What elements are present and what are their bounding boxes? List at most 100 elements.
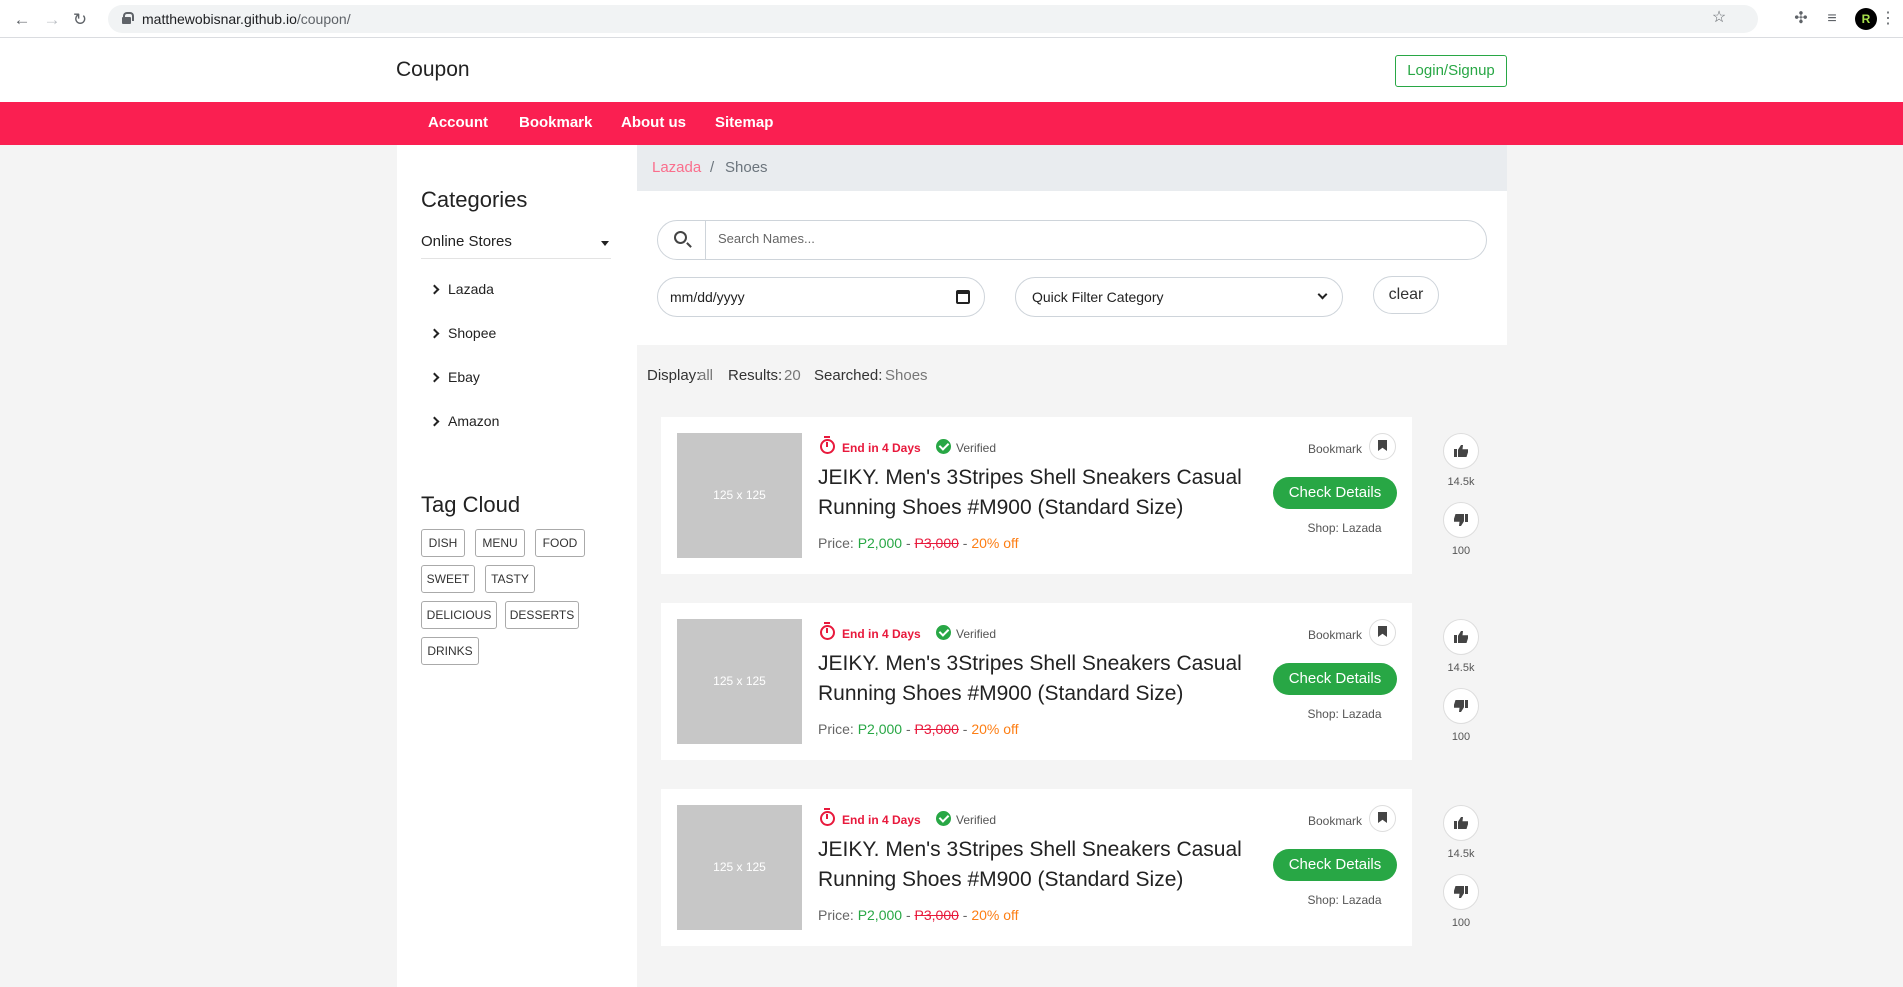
profile-avatar[interactable]: R (1855, 8, 1877, 30)
chevron-right-icon (429, 328, 440, 339)
searched-value: Shoes (885, 367, 928, 384)
product-thumbnail[interactable]: 125 x 125 (677, 805, 802, 930)
dislike-button[interactable] (1443, 502, 1479, 538)
check-details-button[interactable]: Check Details (1273, 663, 1397, 695)
tag-sweet[interactable]: SWEET (421, 565, 475, 593)
price-old: P3,000 (914, 721, 959, 737)
breadcrumb-current: Shoes (725, 159, 768, 176)
bookmark-icon[interactable] (1369, 805, 1396, 832)
search-bar (657, 220, 1487, 260)
login-signup-button[interactable]: Login/Signup (1395, 55, 1507, 87)
dislike-button[interactable] (1443, 874, 1479, 910)
address-bar[interactable]: matthewobisnar.github.io/coupon/ ☆ (108, 5, 1758, 33)
category-select[interactable]: Quick Filter Category (1015, 277, 1343, 317)
chevron-right-icon (429, 372, 440, 383)
store-item-lazada[interactable]: Lazada (429, 281, 494, 297)
display-label: Display: (647, 367, 701, 384)
lock-icon (122, 12, 134, 24)
tag-dish[interactable]: DISH (421, 529, 465, 557)
dislike-count: 100 (1451, 731, 1471, 743)
expiry-text: End in 4 Days (842, 627, 921, 641)
online-stores-label: Online Stores (421, 233, 512, 250)
like-button[interactable] (1443, 619, 1479, 655)
price-label: Price: (818, 535, 854, 551)
results-summary: Display: all Results: 20 Searched: Shoes (637, 345, 1507, 399)
menu-dots-icon[interactable]: ⋮ (1878, 9, 1898, 29)
thumbs-up-icon (1454, 817, 1468, 829)
tag-delicious[interactable]: DELICIOUS (421, 601, 497, 629)
discount-text: 20% off (971, 907, 1019, 923)
forward-icon[interactable]: → (42, 10, 62, 30)
expiry-text: End in 4 Days (842, 813, 921, 827)
bookmark-icon[interactable] (1369, 619, 1396, 646)
search-input[interactable] (718, 231, 1458, 246)
shop-label: Shop: Lazada (1307, 893, 1382, 907)
shop-label: Shop: Lazada (1307, 521, 1382, 535)
like-button[interactable] (1443, 433, 1479, 469)
tag-tasty[interactable]: TASTY (485, 565, 535, 593)
brand-title[interactable]: Coupon (396, 58, 470, 82)
searched-label: Searched: (814, 367, 883, 384)
star-icon[interactable]: ☆ (1709, 8, 1729, 28)
reload-icon[interactable]: ↻ (70, 10, 90, 30)
site-header: Coupon Login/Signup (0, 38, 1903, 102)
nav-about-us[interactable]: About us (621, 114, 686, 131)
tag-food[interactable]: FOOD (535, 529, 585, 557)
extensions-icon[interactable]: ✣ (1791, 9, 1811, 29)
calendar-icon[interactable] (956, 290, 970, 304)
product-thumbnail[interactable]: 125 x 125 (677, 619, 802, 744)
browser-toolbar: ← → ↻ matthewobisnar.github.io/coupon/ ☆… (0, 0, 1903, 38)
product-thumbnail[interactable]: 125 x 125 (677, 433, 802, 558)
verified-text: Verified (956, 627, 997, 641)
price-line: Price: P2,000 - P3,000 - 20% off (818, 721, 1019, 737)
product-title[interactable]: JEIKY. Men's 3Stripes Shell Sneakers Cas… (818, 649, 1258, 709)
bookmark-icon[interactable] (1369, 433, 1396, 460)
search-button[interactable] (658, 221, 706, 259)
price-line: Price: P2,000 - P3,000 - 20% off (818, 907, 1019, 923)
tag-cloud-title: Tag Cloud (421, 492, 521, 517)
price-new: P2,000 (857, 907, 903, 923)
like-button[interactable] (1443, 805, 1479, 841)
date-input-value: mm/dd/yyyy (670, 289, 745, 305)
nav-account[interactable]: Account (428, 114, 488, 131)
verified-check-icon (936, 625, 951, 640)
caret-down-icon (601, 241, 609, 246)
bookmark-label: Bookmark (1308, 814, 1363, 828)
clear-button[interactable]: clear (1373, 276, 1439, 314)
online-stores-toggle[interactable]: Online Stores (421, 233, 611, 259)
check-details-button[interactable]: Check Details (1273, 477, 1397, 509)
verified-text: Verified (956, 441, 997, 455)
nav-bookmark[interactable]: Bookmark (519, 114, 592, 131)
display-value: all (698, 367, 714, 384)
nav-sitemap[interactable]: Sitemap (715, 114, 773, 131)
thumbs-up-icon (1454, 631, 1468, 643)
back-icon[interactable]: ← (12, 10, 32, 30)
timer-icon (820, 808, 835, 826)
dislike-button[interactable] (1443, 688, 1479, 724)
product-title[interactable]: JEIKY. Men's 3Stripes Shell Sneakers Cas… (818, 463, 1258, 523)
like-count: 14.5k (1447, 476, 1475, 488)
price-old: P3,000 (914, 535, 959, 551)
check-details-button[interactable]: Check Details (1273, 849, 1397, 881)
store-item-shopee[interactable]: Shopee (429, 325, 496, 341)
product-title[interactable]: JEIKY. Men's 3Stripes Shell Sneakers Cas… (818, 835, 1258, 895)
breadcrumb-link[interactable]: Lazada (652, 159, 701, 176)
results-value: 20 (784, 367, 801, 384)
reading-list-icon[interactable]: ≡ (1822, 9, 1842, 29)
tag-drinks[interactable]: DRINKS (421, 637, 479, 665)
bookmark-label: Bookmark (1308, 628, 1363, 642)
price-label: Price: (818, 721, 854, 737)
tag-menu[interactable]: MENU (475, 529, 525, 557)
categories-title: Categories (421, 187, 528, 212)
coupon-card: 125 x 125 End in 4 Days Verified JEIKY. … (661, 789, 1412, 946)
tag-desserts[interactable]: DESSERTS (505, 601, 579, 629)
store-item-ebay[interactable]: Ebay (429, 369, 480, 385)
thumbs-down-icon (1454, 886, 1468, 898)
store-item-amazon[interactable]: Amazon (429, 413, 499, 429)
date-input[interactable]: mm/dd/yyyy (657, 277, 985, 317)
breadcrumb: Lazada / Shoes (637, 145, 1507, 191)
verified-check-icon (936, 811, 951, 826)
results-label: Results: (728, 367, 783, 384)
chevron-right-icon (429, 284, 440, 295)
discount-text: 20% off (971, 721, 1019, 737)
